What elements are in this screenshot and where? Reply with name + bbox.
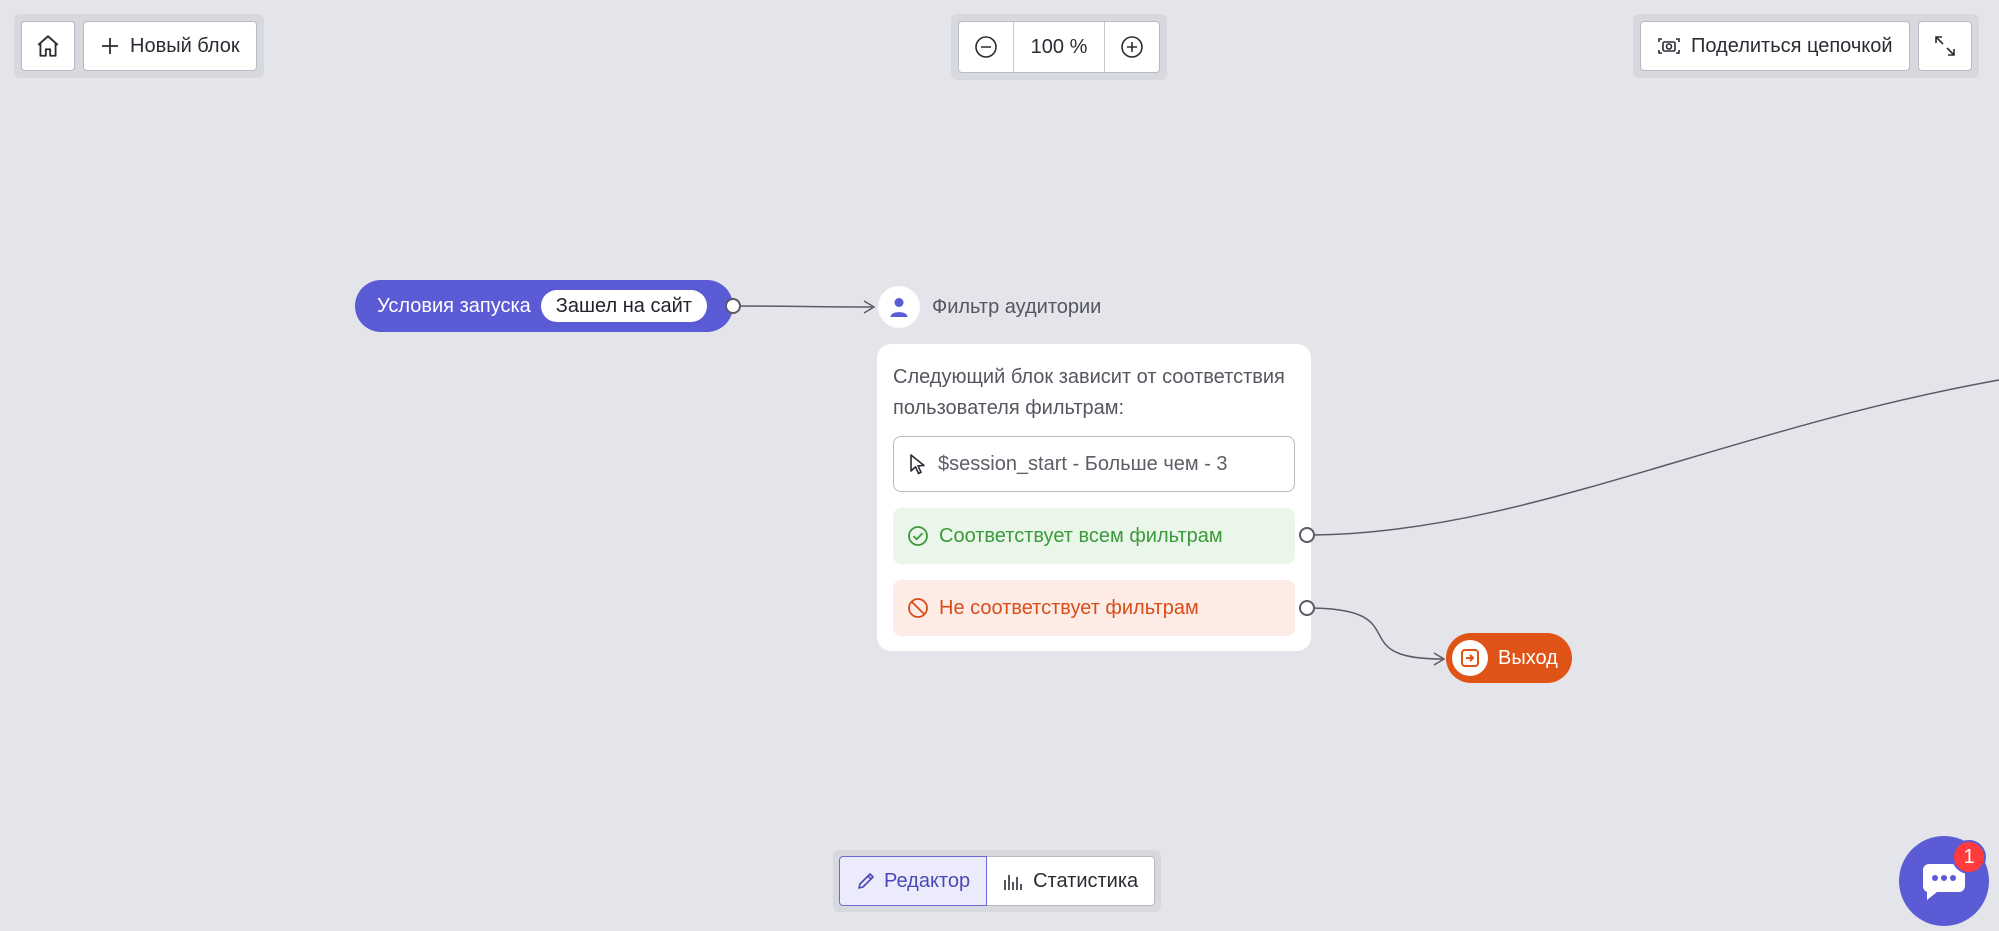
toolbar-left: Новый блок — [14, 14, 264, 78]
tab-editor[interactable]: Редактор — [839, 856, 988, 906]
tab-editor-label: Редактор — [884, 869, 971, 892]
fullscreen-button[interactable] — [1917, 21, 1972, 71]
minus-circle-icon — [975, 36, 997, 58]
plus-circle-icon — [1121, 36, 1143, 58]
filter-condition-text: $session_start - Больше чем - 3 — [938, 452, 1228, 475]
check-circle-icon — [908, 526, 928, 546]
zoom-control: 100 % — [958, 21, 1160, 73]
start-conditions-node[interactable]: Условия запуска Зашел на сайт — [355, 280, 733, 332]
trigger-chip[interactable]: Зашел на сайт — [540, 290, 707, 322]
flow-canvas[interactable]: Новый блок 100 % Поделиться цепочкой Усл… — [0, 0, 1999, 931]
pencil-icon — [858, 873, 874, 889]
home-button[interactable] — [21, 21, 75, 71]
tab-statistics[interactable]: Статистика — [987, 856, 1156, 906]
audience-filter-title: Фильтр аудитории — [932, 295, 1102, 318]
start-conditions-label: Условия запуска — [377, 294, 531, 317]
new-block-label: Новый блок — [130, 34, 240, 57]
audience-filter-header: Фильтр аудитории — [878, 286, 1101, 328]
exit-icon-wrap — [1452, 640, 1488, 676]
audience-filter-card[interactable]: Следующий блок зависит от соответствия п… — [877, 344, 1311, 651]
user-avatar — [878, 286, 920, 328]
exit-icon — [1461, 649, 1479, 667]
ban-icon — [908, 598, 928, 618]
wire-nomatch-to-exit — [1306, 607, 1443, 660]
start-output-port[interactable] — [725, 298, 741, 314]
toolbar-right: Поделиться цепочкой — [1633, 14, 1979, 78]
filter-description: Следующий блок зависит от соответствия п… — [893, 366, 1285, 419]
view-tabs: Редактор Статистика — [833, 850, 1162, 912]
home-icon — [37, 35, 59, 57]
chat-unread-badge: 1 — [1952, 840, 1986, 874]
wire-match-out — [1306, 379, 1999, 536]
branch-match-all[interactable]: Соответствует всем фильтрам — [893, 508, 1295, 564]
filter-condition[interactable]: $session_start - Больше чем - 3 — [893, 436, 1295, 492]
wire-arrow-exit — [1433, 652, 1446, 666]
tab-statistics-label: Статистика — [1033, 869, 1139, 892]
zoom-level: 100 % — [1013, 22, 1105, 72]
zoom-out-button[interactable] — [959, 22, 1013, 72]
plus-icon — [102, 38, 118, 54]
expand-icon — [1934, 36, 1955, 56]
cursor-icon — [910, 454, 925, 475]
exit-node[interactable]: Выход — [1446, 633, 1572, 683]
share-chain-button[interactable]: Поделиться цепочкой — [1640, 21, 1910, 71]
wire-arrow-filter — [863, 300, 876, 314]
match-output-port[interactable] — [1299, 527, 1315, 543]
new-block-button[interactable]: Новый блок — [83, 21, 257, 71]
camera-icon — [1658, 38, 1680, 54]
branch-no-match-label: Не соответствует фильтрам — [939, 596, 1199, 619]
share-chain-label: Поделиться цепочкой — [1691, 34, 1893, 57]
zoom-in-button[interactable] — [1105, 22, 1159, 72]
exit-label: Выход — [1498, 646, 1558, 669]
branch-no-match[interactable]: Не соответствует фильтрам — [893, 580, 1295, 636]
no-match-output-port[interactable] — [1299, 600, 1315, 616]
bar-chart-icon — [1004, 875, 1022, 890]
zoom-toolbar: 100 % — [951, 14, 1167, 80]
branch-match-label: Соответствует всем фильтрам — [939, 524, 1223, 547]
user-icon — [890, 298, 908, 317]
wire-start-to-filter — [732, 305, 873, 308]
